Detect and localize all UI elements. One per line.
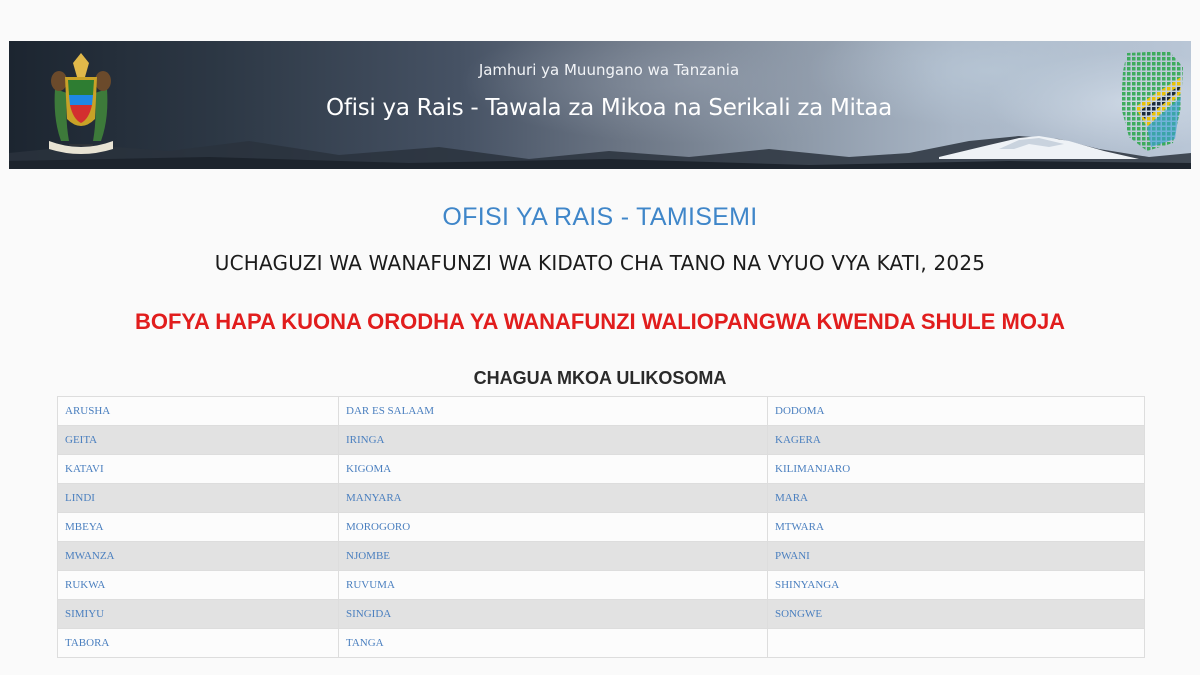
- table-cell: DODOMA: [767, 396, 1145, 426]
- region-link[interactable]: MOROGORO: [346, 521, 410, 533]
- table-cell: SINGIDA: [338, 599, 768, 629]
- table-row: RUKWA RUVUMA SHINYANGA: [57, 570, 1145, 600]
- table-cell: TABORA: [57, 628, 339, 658]
- table-cell: MARA: [767, 483, 1145, 513]
- region-link[interactable]: DAR ES SALAAM: [346, 405, 434, 417]
- region-link[interactable]: PWANI: [775, 550, 810, 562]
- table-cell: KIGOMA: [338, 454, 768, 484]
- regions-table: ARUSHA DAR ES SALAAM DODOMA GEITA IRINGA KAGE…: [57, 396, 1145, 658]
- table-cell: PWANI: [767, 541, 1145, 571]
- table-cell: IRINGA: [338, 425, 768, 455]
- region-link[interactable]: SONGWE: [775, 608, 822, 620]
- view-single-school-list-link[interactable]: BOFYA HAPA KUONA ORODHA YA WANAFUNZI WAL…: [0, 309, 1200, 335]
- table-cell: LINDI: [57, 483, 339, 513]
- region-link[interactable]: KILIMANJARO: [775, 463, 850, 475]
- region-link[interactable]: RUKWA: [65, 579, 105, 591]
- table-row: SIMIYU SINGIDA SONGWE: [57, 599, 1145, 629]
- region-link[interactable]: ARUSHA: [65, 405, 110, 417]
- table-cell: [767, 628, 1145, 658]
- region-link[interactable]: RUVUMA: [346, 579, 395, 591]
- selection-heading: UCHAGUZI WA WANAFUNZI WA KIDATO CHA TANO…: [214, 251, 986, 275]
- region-link[interactable]: TABORA: [65, 637, 109, 649]
- table-cell: MWANZA: [57, 541, 339, 571]
- region-link[interactable]: MWANZA: [65, 550, 115, 562]
- table-cell: GEITA: [57, 425, 339, 455]
- banner-subtitle: Jamhuri ya Muungano wa Tanzania: [478, 61, 740, 79]
- header-banner: Jamhuri ya Muungano wa Tanzania Ofisi ya…: [9, 41, 1191, 169]
- table-cell: SIMIYU: [57, 599, 339, 629]
- banner-title: Ofisi ya Rais - Tawala za Mikoa na Serik…: [326, 95, 892, 121]
- region-link[interactable]: MARA: [775, 492, 808, 504]
- region-link[interactable]: LINDI: [65, 492, 95, 504]
- region-link[interactable]: SHINYANGA: [775, 579, 839, 591]
- table-row: MBEYA MOROGORO MTWARA: [57, 512, 1145, 542]
- region-link[interactable]: SINGIDA: [346, 608, 391, 620]
- region-link[interactable]: MBEYA: [65, 521, 104, 533]
- table-cell: MANYARA: [338, 483, 768, 513]
- table-row: GEITA IRINGA KAGERA: [57, 425, 1145, 455]
- table-cell: SHINYANGA: [767, 570, 1145, 600]
- coat-of-arms-icon: [49, 53, 113, 154]
- table-cell: TANGA: [338, 628, 768, 658]
- table-cell: DAR ES SALAAM: [338, 396, 768, 426]
- region-link[interactable]: KIGOMA: [346, 463, 391, 475]
- region-link[interactable]: SIMIYU: [65, 608, 104, 620]
- table-cell: KATAVI: [57, 454, 339, 484]
- region-link[interactable]: KAGERA: [775, 434, 821, 446]
- region-link[interactable]: GEITA: [65, 434, 97, 446]
- table-row: KATAVI KIGOMA KILIMANJARO: [57, 454, 1145, 484]
- region-link[interactable]: IRINGA: [346, 434, 385, 446]
- table-cell: MTWARA: [767, 512, 1145, 542]
- table-cell: KILIMANJARO: [767, 454, 1145, 484]
- region-link[interactable]: MTWARA: [775, 521, 824, 533]
- region-link[interactable]: KATAVI: [65, 463, 104, 475]
- table-cell: KAGERA: [767, 425, 1145, 455]
- table-cell: ARUSHA: [57, 396, 339, 426]
- table-cell: MBEYA: [57, 512, 339, 542]
- region-link[interactable]: TANGA: [346, 637, 384, 649]
- table-cell: RUKWA: [57, 570, 339, 600]
- region-link[interactable]: NJOMBE: [346, 550, 390, 562]
- regions-table-body: ARUSHA DAR ES SALAAM DODOMA GEITA IRINGA KAGE…: [57, 396, 1145, 658]
- page: Jamhuri ya Muungano wa Tanzania Ofisi ya…: [0, 0, 1200, 675]
- table-cell: RUVUMA: [338, 570, 768, 600]
- region-link[interactable]: DODOMA: [775, 405, 825, 417]
- choose-region-heading: CHAGUA MKOA ULIKOSOMA: [473, 368, 727, 388]
- table-row: TABORA TANGA: [57, 628, 1145, 658]
- table-cell: MOROGORO: [338, 512, 768, 542]
- table-cell: NJOMBE: [338, 541, 768, 571]
- tanzania-map-icon: [1121, 51, 1183, 151]
- office-heading: OFISI YA RAIS - TAMISEMI: [442, 203, 758, 231]
- table-row: MWANZA NJOMBE PWANI: [57, 541, 1145, 571]
- table-row: ARUSHA DAR ES SALAAM DODOMA: [57, 396, 1145, 426]
- table-row: LINDI MANYARA MARA: [57, 483, 1145, 513]
- table-cell: SONGWE: [767, 599, 1145, 629]
- region-link[interactable]: MANYARA: [346, 492, 402, 504]
